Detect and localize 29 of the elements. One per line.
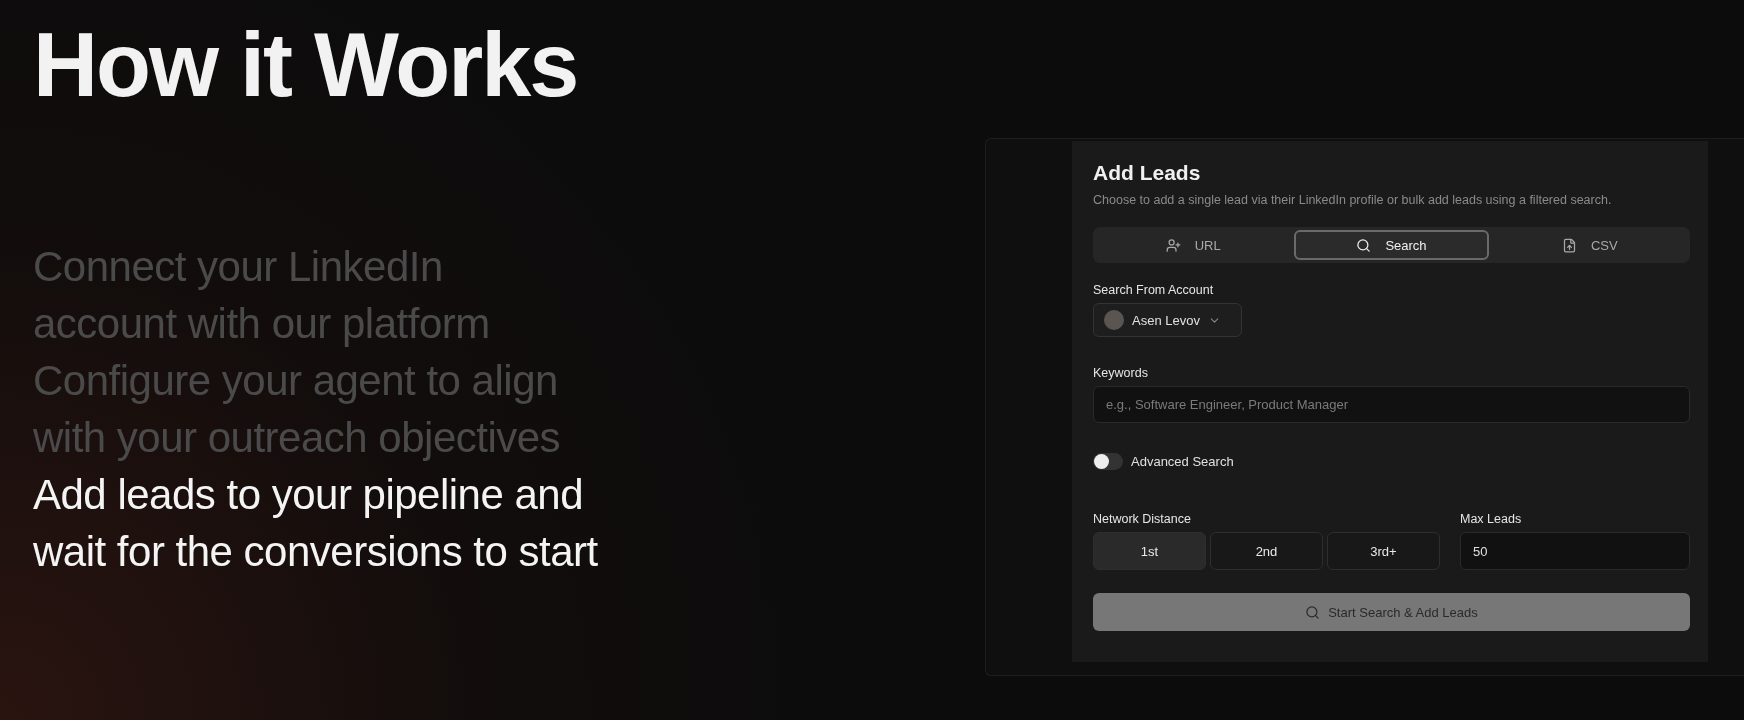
avatar-icon [1104, 310, 1124, 330]
field-label: Network Distance [1093, 512, 1192, 526]
step-text: Configure your agent to align [33, 356, 559, 406]
toggle-label: Advanced Search [1131, 454, 1234, 469]
step-text: wait for the conversions to start [33, 527, 599, 577]
toggle-switch[interactable] [1093, 453, 1123, 470]
step-text: with your outreach objectives [33, 413, 562, 463]
distance-option[interactable]: 3rd+ [1327, 532, 1440, 570]
page-heading: How it Works [33, 14, 579, 117]
field-label: Max Leads [1460, 512, 1523, 526]
account-select[interactable]: Asen Levov [1093, 303, 1242, 337]
search-icon [1356, 237, 1372, 253]
max-leads-field[interactable]: 50 [1460, 532, 1690, 570]
search-icon [1305, 604, 1321, 620]
panel-title: Add Leads [1093, 161, 1202, 185]
step-text: account with our platform [33, 299, 491, 349]
tab[interactable]: CSV [1492, 230, 1687, 260]
file-icon [1561, 237, 1577, 253]
panel-description: Choose to add a single lead via their LinkedIn profile or bulk add leads using a filtered search. [1093, 193, 1613, 207]
tab[interactable]: Search [1294, 230, 1489, 260]
tab[interactable]: URL [1096, 230, 1291, 260]
keywords-field[interactable]: e.g., Software Engineer, Product Manager [1093, 386, 1690, 423]
user-plus-icon [1165, 237, 1181, 253]
field-label: Search From Account [1093, 283, 1215, 297]
field-label: Keywords [1093, 366, 1149, 380]
step-text: Add leads to your pipeline and [33, 470, 585, 520]
distance-option[interactable]: 1st [1093, 532, 1206, 570]
step-text: Connect your LinkedIn [33, 242, 444, 292]
distance-option[interactable]: 2nd [1210, 532, 1323, 570]
